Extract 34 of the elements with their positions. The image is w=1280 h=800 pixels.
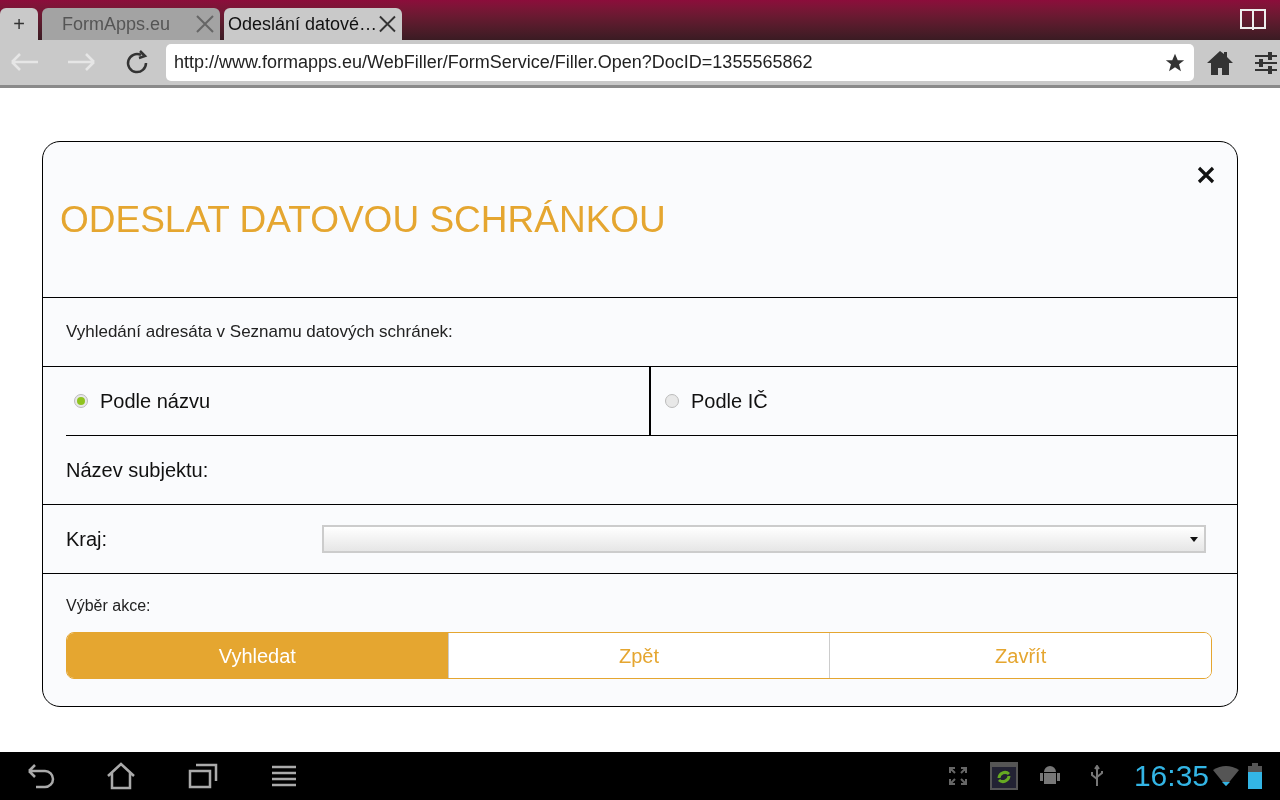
caret-icon	[1190, 536, 1198, 542]
sync-app-icon	[989, 762, 1018, 790]
action-button[interactable]: Zavřít	[829, 633, 1211, 678]
menu-icon[interactable]	[272, 765, 296, 787]
close-icon[interactable]	[1197, 166, 1215, 184]
clock: 16:35	[1133, 761, 1209, 791]
usb-icon	[1089, 765, 1104, 787]
new-tab-button[interactable]: +	[0, 8, 38, 40]
battery-icon	[1247, 763, 1263, 789]
home-icon[interactable]	[1206, 49, 1234, 76]
back-icon[interactable]	[26, 763, 56, 789]
fullscreen-icon[interactable]	[947, 766, 968, 786]
address-bar[interactable]: http://www.formapps.eu/WebFiller/FormService/Filler.Open?DocID=1355565862	[166, 44, 1194, 81]
url-text: http://www.formapps.eu/WebFiller/FormService/Filler.Open?DocID=1355565862	[174, 51, 814, 74]
settings-icon[interactable]	[1254, 50, 1278, 75]
close-icon[interactable]	[379, 15, 396, 33]
dialog-title: ODESLAT DATOVOU SCHRÁNKOU	[60, 197, 666, 242]
radio-label: Podle IČ	[691, 389, 768, 414]
radio-button[interactable]	[74, 394, 88, 408]
book-icon[interactable]	[1240, 9, 1266, 31]
browser-tab[interactable]: Odeslání datové…	[224, 8, 402, 40]
field-label: Kraj:	[66, 527, 109, 552]
wifi-icon	[1213, 765, 1239, 787]
browser-tab[interactable]: FormApps.eu	[42, 8, 220, 40]
action-button[interactable]: Zpět	[447, 633, 830, 678]
recent-apps-icon[interactable]	[188, 763, 218, 789]
radio-button[interactable]	[665, 394, 679, 408]
dropdown-field[interactable]	[322, 525, 1206, 553]
field-label: Název subjektu:	[66, 458, 210, 483]
actions-label: Výběr akce:	[66, 596, 152, 616]
section-label: Vyhledání adresáta v Seznamu datových schránek:	[66, 321, 453, 344]
home-icon[interactable]	[106, 762, 136, 790]
radio-label: Podle názvu	[100, 389, 211, 414]
action-button[interactable]: Vyhledat	[67, 633, 448, 678]
